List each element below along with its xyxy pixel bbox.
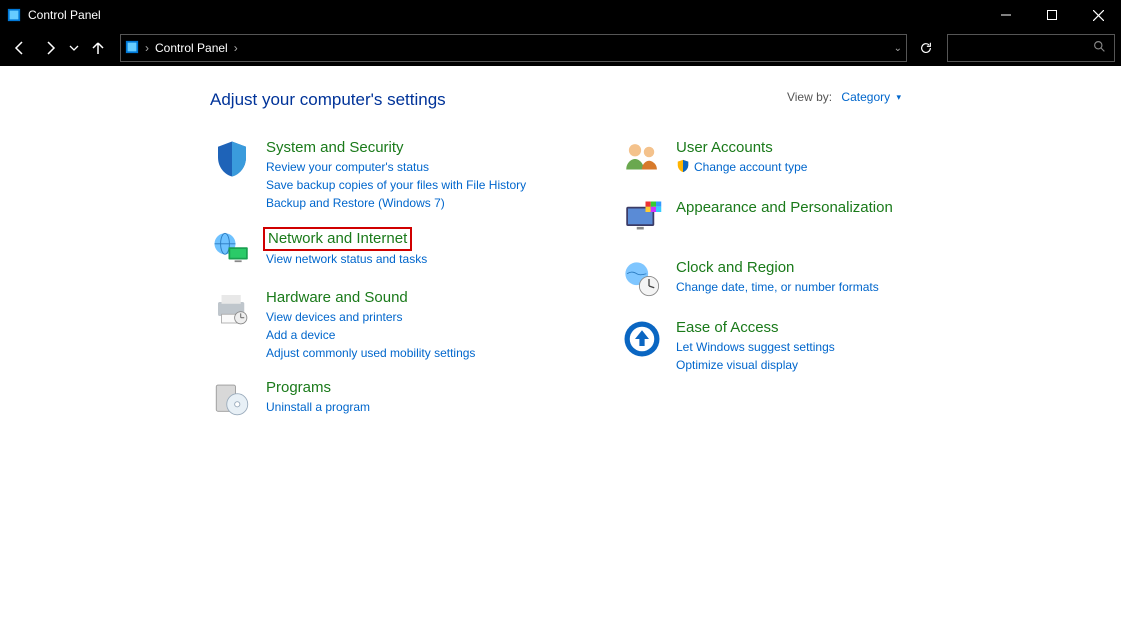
up-button[interactable]: [84, 34, 112, 62]
breadcrumb-root[interactable]: Control Panel: [155, 41, 228, 55]
address-dropdown-icon[interactable]: ⌄: [894, 43, 902, 54]
category-user-accounts: User Accounts Change account type: [620, 138, 940, 182]
clock-globe-icon: [620, 258, 664, 302]
maximize-button[interactable]: [1029, 0, 1075, 30]
category-hardware-sound: Hardware and Sound View devices and prin…: [210, 288, 530, 362]
uac-shield-icon: [676, 159, 690, 173]
category-title[interactable]: Clock and Region: [676, 258, 879, 278]
category-title[interactable]: Appearance and Personalization: [676, 198, 893, 218]
chevron-right-icon: ›: [234, 41, 238, 55]
category-link[interactable]: Save backup copies of your files with Fi…: [266, 177, 526, 194]
category-link[interactable]: Optimize visual display: [676, 357, 835, 374]
chevron-down-icon: ▾: [896, 92, 901, 103]
category-link-text: Change account type: [694, 160, 807, 174]
category-link[interactable]: Uninstall a program: [266, 399, 370, 416]
category-link[interactable]: View devices and printers: [266, 309, 475, 326]
category-clock-region: Clock and Region Change date, time, or n…: [620, 258, 940, 302]
search-icon: [1093, 40, 1106, 56]
view-by-value: Category: [841, 90, 890, 104]
category-title[interactable]: User Accounts: [676, 138, 807, 158]
category-title[interactable]: Network and Internet: [263, 227, 412, 251]
control-panel-icon: [6, 7, 22, 23]
shield-icon: [210, 138, 254, 182]
navbar: › Control Panel › ⌄: [0, 30, 1121, 66]
category-link[interactable]: Backup and Restore (Windows 7): [266, 195, 526, 212]
category-title[interactable]: Ease of Access: [676, 318, 835, 338]
category-link[interactable]: Adjust commonly used mobility settings: [266, 345, 475, 362]
category-appearance: Appearance and Personalization: [620, 198, 940, 242]
category-title[interactable]: Hardware and Sound: [266, 288, 475, 308]
category-title[interactable]: Programs: [266, 378, 370, 398]
control-panel-window: Control Panel ›: [0, 0, 1121, 628]
category-title[interactable]: System and Security: [266, 138, 526, 158]
category-system-security: System and Security Review your computer…: [210, 138, 530, 212]
category-column-left: System and Security Review your computer…: [210, 138, 530, 422]
printer-icon: [210, 288, 254, 332]
address-bar[interactable]: › Control Panel › ⌄: [120, 34, 907, 62]
view-by-label: View by:: [787, 90, 832, 104]
category-link[interactable]: Change account type: [676, 159, 807, 176]
minimize-button[interactable]: [983, 0, 1029, 30]
view-by-control[interactable]: View by: Category ▾: [787, 90, 901, 104]
category-link[interactable]: Review your computer's status: [266, 159, 526, 176]
people-icon: [620, 138, 664, 182]
disc-box-icon: [210, 378, 254, 422]
ease-of-access-icon: [620, 318, 664, 362]
address-bar-wrap: › Control Panel › ⌄: [120, 34, 939, 62]
category-programs: Programs Uninstall a program: [210, 378, 530, 422]
search-box[interactable]: [947, 34, 1115, 62]
titlebar: Control Panel: [0, 0, 1121, 30]
content-area: Adjust your computer's settings View by:…: [0, 66, 1121, 422]
monitor-colors-icon: [620, 198, 664, 242]
refresh-button[interactable]: [913, 35, 939, 61]
category-network-internet: Network and Internet View network status…: [210, 228, 530, 272]
page-heading: Adjust your computer's settings: [210, 90, 1121, 110]
window-title: Control Panel: [28, 8, 101, 22]
category-column-right: User Accounts Change account type: [620, 138, 940, 422]
category-link[interactable]: Change date, time, or number formats: [676, 279, 879, 296]
chevron-right-icon: ›: [145, 41, 149, 55]
category-link[interactable]: Add a device: [266, 327, 475, 344]
category-link[interactable]: View network status and tasks: [266, 251, 427, 268]
category-ease-of-access: Ease of Access Let Windows suggest setti…: [620, 318, 940, 374]
globe-monitor-icon: [210, 228, 254, 272]
close-button[interactable]: [1075, 0, 1121, 30]
forward-button[interactable]: [36, 34, 64, 62]
back-button[interactable]: [6, 34, 34, 62]
recent-locations-button[interactable]: [66, 34, 82, 62]
address-icon: [125, 40, 139, 57]
category-link[interactable]: Let Windows suggest settings: [676, 339, 835, 356]
